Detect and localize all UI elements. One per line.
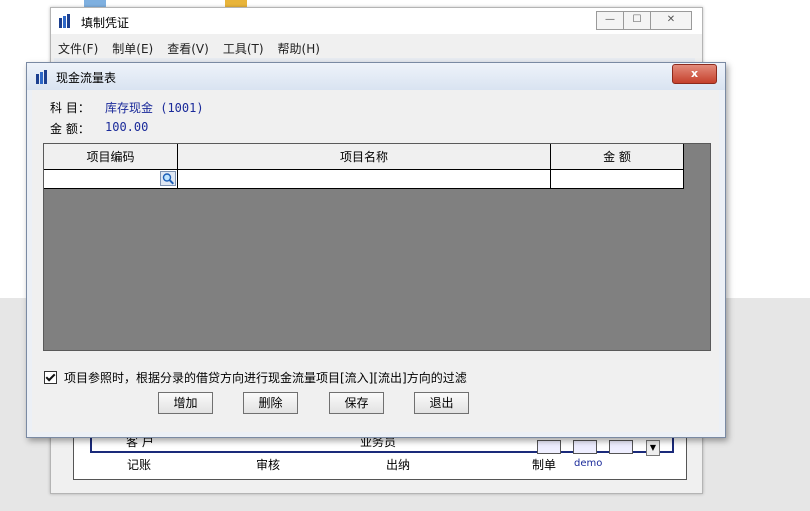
table-row[interactable] [44,170,684,189]
grid-header: 项目编码 项目名称 金 额 [44,144,684,170]
dialog-body: 科 目： 库存现金 (1001) 金 额： 100.00 项目编码 项目名称 金… [32,90,719,432]
customer-icon[interactable] [537,440,561,454]
card-icon[interactable] [573,440,597,454]
dialog-app-icon [36,70,50,84]
amount-label: 金 额： [50,122,90,136]
menu-tools[interactable]: 工具(T) [216,38,271,56]
menu-file[interactable]: 文件(F) [51,38,105,56]
menu-help[interactable]: 帮助(H) [271,38,327,56]
voucher-window-titlebar: 填制凭证 — ☐ ✕ [51,8,702,34]
direction-filter-checkbox[interactable] [44,371,57,384]
column-item-name[interactable]: 项目名称 [178,144,551,170]
review-label: 审核 [256,458,281,472]
dialog-title: 现金流量表 [56,71,117,85]
column-item-code[interactable]: 项目编码 [44,144,178,170]
close-icon: x [690,67,699,80]
app-icon [59,14,73,28]
save-button[interactable]: 保存 [329,392,384,414]
search-icon[interactable] [160,171,176,186]
voucher-window-controls: — ☐ ✕ [596,11,692,30]
maker-label: 制单 [532,458,557,472]
cash-flow-grid[interactable]: 项目编码 项目名称 金 额 [43,143,711,351]
column-amount[interactable]: 金 额 [551,144,684,170]
dialog-close-button[interactable]: x [672,64,717,84]
subject-label: 科 目： [50,101,90,115]
maximize-button[interactable]: ☐ [624,11,651,30]
voucher-window-title: 填制凭证 [81,16,130,30]
close-button[interactable]: ✕ [651,11,692,30]
direction-filter-label: 项目参照时，根据分录的借贷方向进行现金流量项目[流入][流出]方向的过滤 [64,371,467,385]
amount-value: 100.00 [105,120,149,134]
add-button[interactable]: 增加 [158,392,213,414]
exit-button[interactable]: 退出 [414,392,469,414]
menubar: 文件(F) 制单(E) 查看(V) 工具(T) 帮助(H) [51,38,702,56]
menu-voucher[interactable]: 制单(E) [105,38,160,56]
cell-amount[interactable] [551,170,684,189]
scroll-down-arrow[interactable]: ▼ [646,440,660,456]
menu-view[interactable]: 查看(V) [160,38,216,56]
subject-value: 库存现金 (1001) [105,101,204,115]
cell-item-code[interactable] [44,170,178,189]
dialog-titlebar: 现金流量表 x [27,63,725,90]
minimize-button[interactable]: — [596,11,624,30]
delete-button[interactable]: 删除 [243,392,298,414]
filter-option: 项目参照时，根据分录的借贷方向进行现金流量项目[流入][流出]方向的过滤 [44,369,467,386]
cell-item-name[interactable] [178,170,551,189]
keyboard-icon[interactable] [609,440,633,454]
cash-flow-dialog: 现金流量表 x 科 目： 库存现金 (1001) 金 额： 100.00 项目编… [26,62,726,438]
cashier-label: 出纳 [386,458,411,472]
bookkeeping-label: 记账 [127,458,152,472]
maker-value: demo [574,458,603,469]
